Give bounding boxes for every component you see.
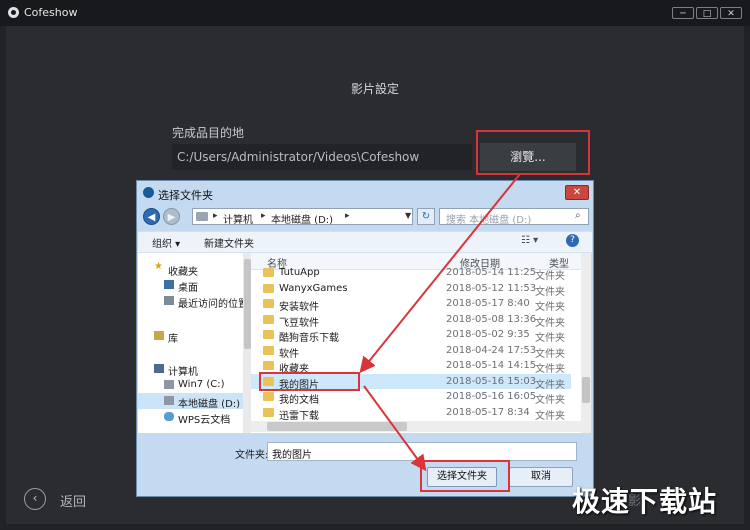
site-watermark: 极速下载站 <box>572 485 718 518</box>
annotation-arrow-to-row <box>359 173 521 374</box>
annotation-arrows <box>359 173 521 472</box>
annotation-arrow-to-button <box>363 385 427 472</box>
